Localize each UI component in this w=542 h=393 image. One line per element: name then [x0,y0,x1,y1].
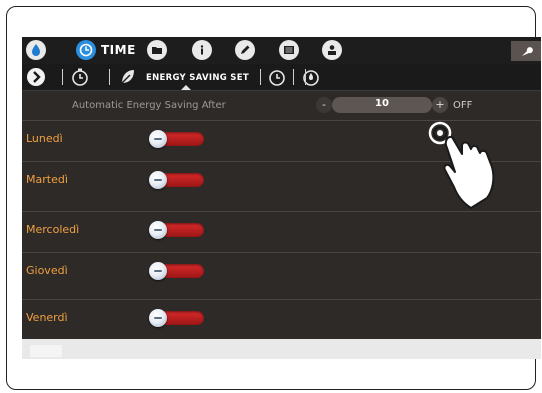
time-tab-label[interactable]: TIME [101,43,136,57]
off-label: OFF [453,100,473,111]
folder-icon[interactable] [147,40,167,60]
water-drop-icon[interactable] [26,40,46,60]
day-label: Mercoledì [26,223,80,236]
keyboard-icon[interactable] [279,40,299,60]
separator [293,69,294,85]
day-toggle[interactable] [149,171,205,189]
decrement-button[interactable]: - [316,97,332,113]
separator [109,69,110,85]
separator [305,69,306,85]
energy-saving-set-label: ENERGY SAVING SET [146,73,249,83]
separator [62,69,63,85]
day-toggle[interactable] [149,262,205,280]
value-field[interactable]: 10 [332,97,432,113]
pencil-icon[interactable] [235,40,255,60]
day-row-venerdi: Venerdì [22,299,541,339]
clock-icon[interactable] [76,40,96,60]
user-lock-icon[interactable] [322,40,342,60]
pointing-hand-icon [428,121,495,209]
day-label: Martedì [26,173,68,186]
next-arrow-icon[interactable] [26,67,46,87]
day-toggle[interactable] [149,130,205,148]
setting-label: Automatic Energy Saving After [72,100,226,111]
day-toggle[interactable] [149,309,205,327]
water-timer-icon[interactable] [301,67,321,87]
day-row-giovedi: Giovedì [22,252,541,293]
wrench-icon[interactable] [511,41,541,61]
active-tab-indicator [181,85,191,90]
info-icon[interactable] [192,40,212,60]
leaf-icon[interactable] [118,67,138,87]
day-label: Giovedì [26,264,68,277]
increment-button[interactable]: + [432,97,448,113]
day-label: Venerdì [26,311,68,324]
day-row-mercoledi: Mercoledì [22,211,541,252]
bottom-strip [22,339,541,359]
setting-value: 10 [375,98,389,109]
day-label: Lunedì [26,132,63,145]
day-toggle[interactable] [149,221,205,239]
separator [260,69,261,85]
bottom-block [30,345,62,357]
top-toolbar: TIME [22,37,541,65]
timer-icon[interactable] [70,67,90,87]
device-screen: TIME ENERGY SAVING SET Automatic Energy … [22,37,541,339]
sub-toolbar: ENERGY SAVING SET [22,64,541,91]
timer-refresh-icon[interactable] [267,67,287,87]
